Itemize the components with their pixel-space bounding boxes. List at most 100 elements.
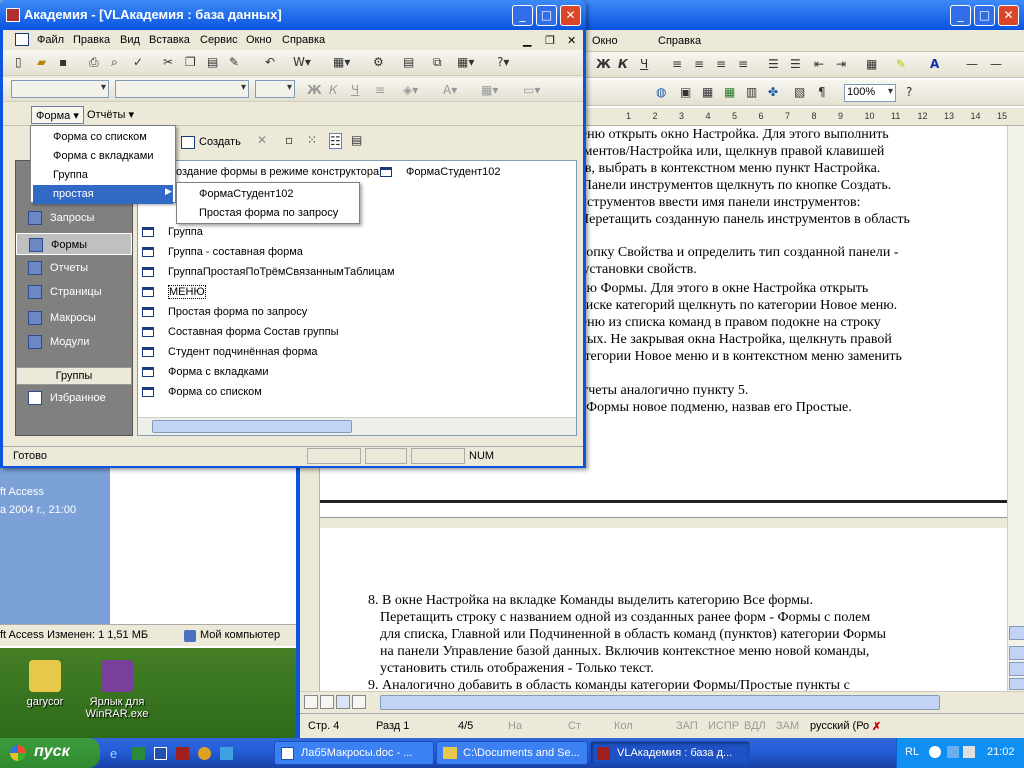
- nav-item[interactable]: Страницы: [16, 281, 132, 303]
- vertical-scrollbar[interactable]: [1007, 126, 1024, 691]
- nav-item[interactable]: Макросы: [16, 307, 132, 329]
- prev-page-button[interactable]: [1009, 646, 1024, 660]
- media-icon[interactable]: [198, 747, 211, 760]
- scroll-up-button[interactable]: [1009, 626, 1024, 640]
- clock[interactable]: 21:02: [987, 746, 1015, 758]
- list-item[interactable]: Студент подчинённая форма: [142, 343, 318, 361]
- nav-favorites[interactable]: Избранное: [16, 387, 132, 409]
- insert-table-icon[interactable]: ▦: [702, 85, 713, 99]
- document-page-next[interactable]: 8. В окне Настройка на вкладке Команды в…: [320, 528, 1024, 693]
- horizontal-scrollbar[interactable]: [300, 691, 1024, 713]
- quicklaunch-icon[interactable]: [220, 747, 233, 760]
- list-item[interactable]: Создание формы в режиме конструктора: [142, 163, 379, 181]
- list-item[interactable]: ГруппаПростаяПоТрёмСвязаннымТаблицам: [142, 263, 395, 281]
- highlight-icon[interactable]: ✎: [896, 57, 906, 71]
- numbering-icon[interactable]: ☰: [768, 57, 779, 71]
- underline-button[interactable]: Ч: [640, 57, 648, 71]
- nav-item[interactable]: Отчеты: [16, 257, 132, 279]
- close-button[interactable]: ✕: [560, 5, 581, 26]
- relationships-icon[interactable]: ⧉: [433, 55, 442, 70]
- task-word-doc[interactable]: Лаб5Макросы.doc - ...: [274, 741, 434, 765]
- menu-item[interactable]: Окно: [246, 34, 272, 46]
- open-icon[interactable]: ▰: [37, 55, 46, 69]
- nav-item[interactable]: Запросы: [16, 207, 132, 229]
- print-icon[interactable]: ⎙: [89, 55, 99, 70]
- object-combo[interactable]: [11, 80, 109, 98]
- list-item[interactable]: ФормаСтудент102: [380, 163, 501, 181]
- web-view-button[interactable]: [320, 695, 334, 709]
- forms-menu-button[interactable]: Форма ▾: [31, 106, 84, 124]
- analyze-icon[interactable]: ▦▾: [333, 55, 350, 69]
- cut-icon[interactable]: ✂: [163, 55, 173, 69]
- submenu-item[interactable]: ФормаСтудент102: [179, 185, 357, 204]
- small-icons-icon[interactable]: ⁙: [307, 133, 317, 147]
- indent-icon[interactable]: ⇥: [836, 57, 846, 71]
- list-item[interactable]: Простая форма по запросу: [142, 303, 307, 321]
- list-view-icon[interactable]: ☷: [329, 133, 342, 149]
- close-button[interactable]: ✕: [998, 5, 1019, 26]
- desktop-icon-winrar[interactable]: Ярлык для WinRAR.exe: [72, 660, 162, 720]
- line-icon[interactable]: —: [966, 57, 978, 71]
- forms-menu-item[interactable]: Группа: [33, 166, 173, 185]
- maximize-button[interactable]: □: [536, 5, 557, 26]
- task-explorer[interactable]: C:\Documents and Se...: [436, 741, 588, 765]
- undo-icon[interactable]: ↶: [265, 55, 275, 69]
- list-hscrollbar[interactable]: [138, 417, 576, 435]
- underline-button[interactable]: Ч: [351, 83, 359, 97]
- save-icon[interactable]: ▪: [59, 55, 67, 69]
- list-item[interactable]: МЕНЮ: [142, 283, 206, 301]
- borders-icon[interactable]: ▦: [866, 57, 877, 71]
- word-icon[interactable]: [154, 747, 167, 760]
- outline-view-button[interactable]: [352, 695, 366, 709]
- task-access[interactable]: VLАкадемия : база д...: [590, 741, 750, 765]
- code-icon[interactable]: ⚙: [373, 55, 384, 69]
- italic-button[interactable]: К: [618, 57, 628, 71]
- volume-icon[interactable]: [963, 746, 975, 758]
- align-left-icon[interactable]: ≡: [672, 57, 682, 71]
- minimize-button[interactable]: _: [512, 5, 533, 26]
- tray-icon[interactable]: [947, 746, 959, 758]
- list-item[interactable]: Группа: [142, 223, 203, 241]
- spelling-icon[interactable]: ✗: [872, 720, 881, 733]
- access-icon[interactable]: [176, 747, 189, 760]
- paste-icon[interactable]: ▤: [207, 55, 218, 69]
- bold-button[interactable]: Ж: [596, 57, 611, 71]
- next-page-button[interactable]: [1009, 678, 1024, 690]
- columns-icon[interactable]: ▥: [746, 85, 757, 99]
- excel-icon[interactable]: [132, 747, 145, 760]
- new-object-icon[interactable]: ▦▾: [457, 55, 474, 69]
- italic-button[interactable]: К: [329, 83, 338, 97]
- list-hscroll-thumb[interactable]: [152, 420, 352, 433]
- drawing-icon[interactable]: ✤: [768, 85, 778, 99]
- submenu-item[interactable]: Простая форма по запросу: [179, 204, 357, 223]
- menu-item[interactable]: Вид: [120, 34, 140, 46]
- line-width-icon[interactable]: ▭▾: [523, 83, 540, 97]
- outdent-icon[interactable]: ⇤: [814, 57, 824, 71]
- bullets-icon[interactable]: ☰: [790, 57, 801, 71]
- menu-item[interactable]: Справка: [282, 34, 325, 46]
- create-button[interactable]: Создать: [181, 136, 241, 149]
- groups-bar[interactable]: Группы: [16, 367, 132, 385]
- mdi-minimize-button[interactable]: ▁: [523, 34, 531, 47]
- list-item[interactable]: Форма со списком: [142, 383, 262, 401]
- maximize-button[interactable]: □: [974, 5, 995, 26]
- format-painter-icon[interactable]: ✎: [229, 55, 239, 69]
- start-button[interactable]: пуск: [0, 738, 100, 768]
- menu-help[interactable]: Справка: [658, 35, 701, 47]
- language-indicator[interactable]: RL: [905, 746, 919, 758]
- zoom-combo[interactable]: 100%: [844, 84, 896, 102]
- align-center-icon[interactable]: ≡: [694, 57, 704, 71]
- menu-item[interactable]: Сервис: [200, 34, 238, 46]
- delete-icon[interactable]: ✕: [257, 133, 267, 147]
- font-combo[interactable]: [115, 80, 249, 98]
- large-icons-icon[interactable]: ▫: [285, 133, 293, 147]
- copy-icon[interactable]: ❐: [185, 55, 196, 69]
- align-right-icon[interactable]: ≡: [716, 57, 726, 71]
- pilcrow-icon[interactable]: ¶: [818, 85, 826, 99]
- print-view-button[interactable]: [336, 695, 350, 709]
- preview-icon[interactable]: ⌕: [111, 55, 118, 70]
- new-icon[interactable]: ▯: [15, 55, 22, 69]
- excel-icon[interactable]: ▦: [724, 85, 735, 99]
- nav-item[interactable]: Модули: [16, 331, 132, 353]
- reports-menu-button[interactable]: Отчёты ▾: [83, 106, 138, 124]
